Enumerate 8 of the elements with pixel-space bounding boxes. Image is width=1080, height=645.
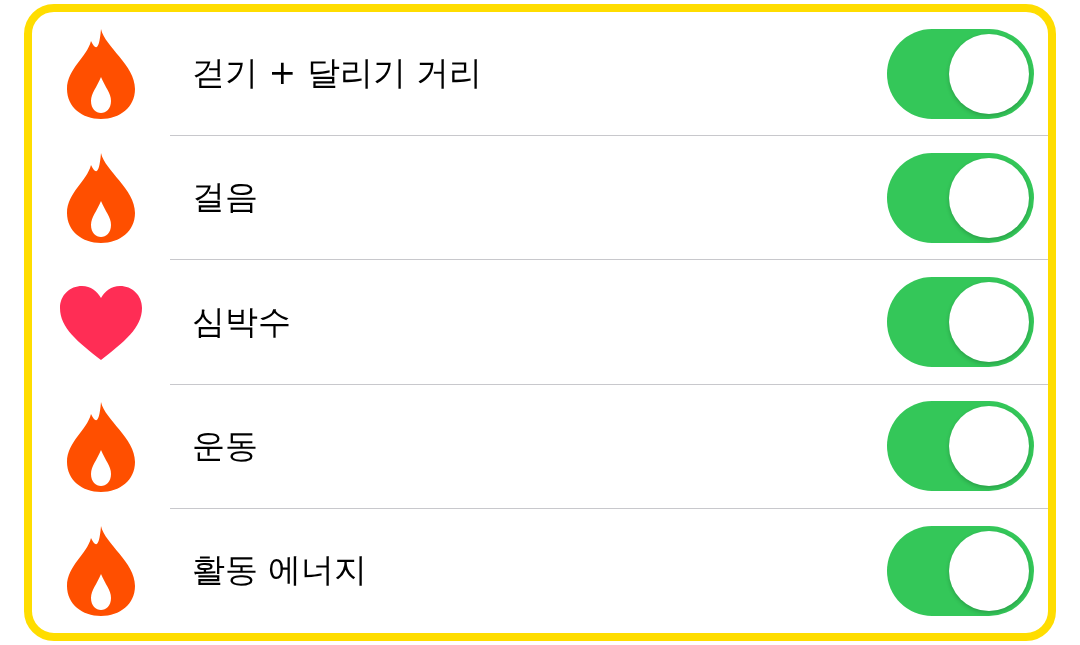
heart-icon [58, 283, 144, 362]
setting-label: 걷기 + 달리기 거리 [192, 52, 483, 95]
setting-label: 활동 에너지 [192, 549, 368, 592]
setting-label: 심박수 [192, 300, 291, 343]
flame-icon [65, 151, 137, 246]
setting-label: 운동 [192, 424, 258, 467]
setting-label: 걸음 [192, 176, 258, 219]
flame-icon [65, 27, 137, 122]
